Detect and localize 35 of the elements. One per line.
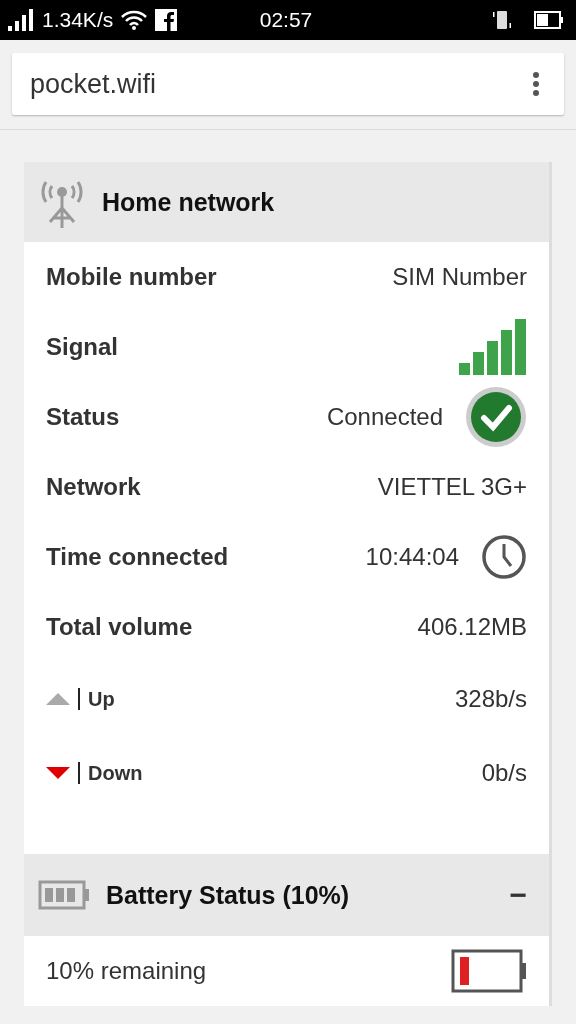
check-circle-icon bbox=[465, 386, 527, 448]
up-arrow-icon bbox=[46, 693, 70, 705]
row-label: Signal bbox=[46, 333, 118, 361]
address-bar[interactable]: pocket.wifi bbox=[12, 53, 564, 115]
row-value: SIM Number bbox=[392, 263, 527, 291]
vibrate-icon bbox=[492, 9, 512, 31]
row-value: VIETTEL 3G+ bbox=[377, 473, 527, 501]
collapse-toggle[interactable]: − bbox=[509, 878, 527, 912]
wifi-icon bbox=[121, 10, 148, 30]
row-label: Up bbox=[88, 687, 115, 711]
menu-icon[interactable] bbox=[532, 71, 540, 97]
down-arrow-icon bbox=[46, 767, 70, 779]
signal-bars-icon bbox=[459, 319, 527, 375]
row-value: 328b/s bbox=[454, 685, 527, 713]
row-label: Time connected bbox=[46, 543, 229, 571]
row-label: Network bbox=[46, 473, 141, 501]
row-value: Connected bbox=[326, 403, 443, 431]
section-title: Battery Status (10%) bbox=[106, 880, 351, 910]
facebook-icon bbox=[155, 9, 178, 31]
row-label: Total volume bbox=[46, 613, 193, 641]
cell-signal-icon bbox=[8, 9, 34, 31]
row-label: Mobile number bbox=[46, 263, 217, 291]
battery-icon bbox=[38, 880, 90, 910]
clock-time: 02:57 bbox=[259, 8, 313, 32]
row-label: Down bbox=[88, 761, 143, 785]
battery-low-icon bbox=[451, 949, 527, 993]
battery-icon bbox=[534, 11, 564, 29]
network-speed: 1.34K/s bbox=[42, 8, 114, 32]
row-value: 10:44:04 bbox=[365, 543, 459, 571]
row-value: 0b/s bbox=[481, 759, 527, 787]
section-title: Home network bbox=[102, 187, 276, 217]
battery-remaining: 10% remaining bbox=[46, 957, 207, 985]
row-label: Status bbox=[46, 403, 120, 431]
row-value: 406.12MB bbox=[417, 613, 527, 641]
clock-icon bbox=[481, 534, 527, 580]
